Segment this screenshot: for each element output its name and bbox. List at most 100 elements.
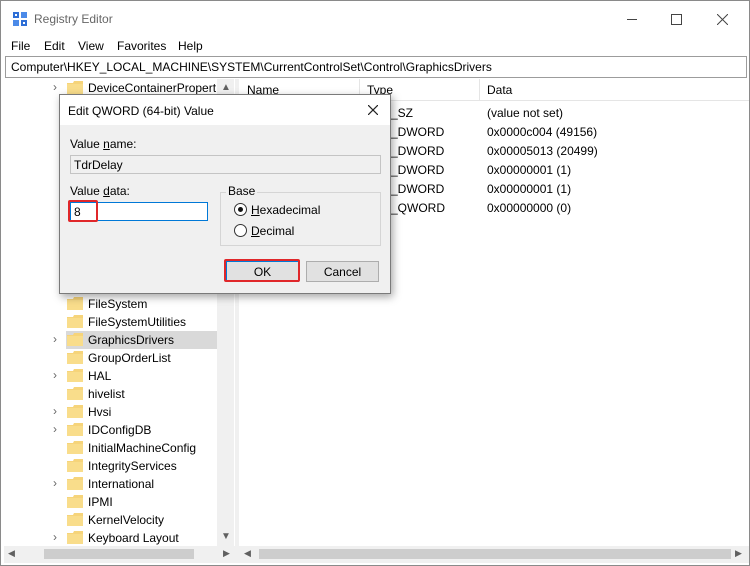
tree-item-label: Hvsi [88,405,112,419]
close-icon [368,105,378,115]
hexadecimal-label[interactable]: Hexadecimal [251,203,320,217]
minimize-button[interactable] [609,1,655,38]
tree-horizontal-scrollbar[interactable]: ◀ ▶ [4,546,235,563]
folder-icon [67,531,83,544]
value-data-label-key: d [103,184,110,198]
tree-item-label: GraphicsDrivers [88,333,175,347]
radio-selected-dot [238,207,243,212]
chevron-right-icon[interactable]: › [53,404,57,418]
hexadecimal-radio[interactable] [234,203,247,216]
decimal-radio[interactable] [234,224,247,237]
chevron-right-icon[interactable]: › [53,476,57,490]
tree-item[interactable]: › HAL [4,367,220,385]
tree-item[interactable]: › GraphicsDrivers [53,331,220,349]
menu-bar: File Edit View Favorites Help [1,38,749,55]
value-data: 0x00005013 (20499) [487,144,598,158]
base-group-label: Base [226,184,258,198]
menu-file[interactable]: File [11,39,30,53]
tree-item-label: KernelVelocity [88,513,165,527]
tree-item-label: Keyboard Layout [88,531,179,545]
column-header-data[interactable]: Data [487,83,512,97]
tree-item[interactable]: GroupOrderList [4,349,220,367]
hexadecimal-label-key: H [251,203,260,217]
tree-item[interactable]: › International [4,475,220,493]
tree-item[interactable]: FileSystemUtilities [4,313,220,331]
value-data-label: Value data: [70,184,130,198]
title-bar[interactable]: Registry Editor [1,1,749,38]
cancel-button[interactable]: Cancel [306,261,379,282]
tree-item[interactable]: › Hvsi [4,403,220,421]
close-icon [716,14,728,25]
list-hscroll-thumb[interactable] [259,549,731,559]
decimal-label-key: D [251,224,260,238]
chevron-right-icon[interactable]: › [53,368,57,382]
scroll-right-icon[interactable]: ▶ [735,548,742,559]
value-type: _SZ [391,106,414,120]
folder-icon [67,315,83,328]
value-data-label-post: ata: [109,184,130,198]
tree-item[interactable]: KernelVelocity [4,511,220,529]
scroll-left-icon[interactable]: ◀ [8,548,15,559]
value-type: _DWORD [391,163,445,177]
close-window-button[interactable] [699,1,745,38]
folder-icon [67,405,83,418]
folder-icon [67,441,83,454]
chevron-right-icon[interactable]: › [53,332,57,346]
chevron-right-icon[interactable]: › [53,422,57,436]
value-name-label-pre: Value [70,137,104,151]
decimal-label[interactable]: Decimal [251,224,294,238]
value-name-field: TdrDelay [70,155,381,174]
tree-hscroll-thumb[interactable] [44,549,194,559]
tree-item[interactable]: › Keyboard Layout [4,529,220,547]
folder-icon [67,459,83,472]
edit-qword-dialog: Edit QWORD (64-bit) Value Value name: Td… [59,94,391,294]
menu-help[interactable]: Help [178,39,203,53]
folder-icon [67,513,83,526]
chevron-right-icon[interactable]: › [53,80,57,94]
scroll-down-icon[interactable]: ▼ [221,531,231,542]
minimize-icon [626,19,637,20]
tree-item[interactable]: InitialMachineConfig [4,439,220,457]
tree-item[interactable]: › IDConfigDB [4,421,220,439]
value-type: _DWORD [391,182,445,196]
dialog-close-button[interactable] [360,98,386,122]
tree-item[interactable]: IPMI [4,493,220,511]
menu-favorites[interactable]: Favorites [117,39,166,53]
value-data: 0x00000001 (1) [487,182,572,196]
decimal-label-rest: ecimal [259,224,295,238]
folder-icon [67,333,83,346]
tree-item-label: InitialMachineConfig [88,441,197,455]
scroll-up-icon[interactable]: ▲ [221,82,231,93]
column-separator[interactable] [479,79,480,101]
tree-item-label: FileSystemUtilities [88,315,187,329]
address-bar[interactable]: Computer\HKEY_LOCAL_MACHINE\SYSTEM\Curre… [5,56,747,78]
menu-edit[interactable]: Edit [44,39,65,53]
menu-view[interactable]: View [78,39,104,53]
highlight-box-ok-button [224,259,300,282]
tree-item-label: GroupOrderList [88,351,171,365]
list-horizontal-scrollbar[interactable]: ◀ ▶ [239,546,749,563]
value-name-label-post: ame: [109,137,137,151]
tree-item-label: hivelist [88,387,125,401]
registry-editor-window: Registry Editor File Edit View Favorites… [0,0,750,566]
base-group [220,192,381,246]
tree-item-label: IDConfigDB [88,423,152,437]
value-name-label: Value name: [70,137,137,151]
dialog-title-bar[interactable]: Edit QWORD (64-bit) Value [60,95,390,125]
scroll-right-icon[interactable]: ▶ [223,548,230,559]
value-data: 0x00000000 (0) [487,201,572,215]
value-data: (value not set) [487,106,564,120]
scroll-left-icon[interactable]: ◀ [244,548,251,559]
tree-item[interactable]: hivelist [4,385,220,403]
value-data: 0x0000c004 (49156) [487,125,598,139]
folder-icon [67,477,83,490]
maximize-button[interactable] [653,1,699,38]
folder-icon [67,81,83,94]
tree-item[interactable]: FileSystem [4,295,220,313]
folder-icon [67,351,83,364]
tree-item[interactable]: IntegrityServices [4,457,220,475]
value-type: _QWORD [391,201,445,215]
tree-item-label: HAL [88,369,112,383]
chevron-right-icon[interactable]: › [53,530,57,544]
tree-item-label: IntegrityServices [88,459,177,473]
